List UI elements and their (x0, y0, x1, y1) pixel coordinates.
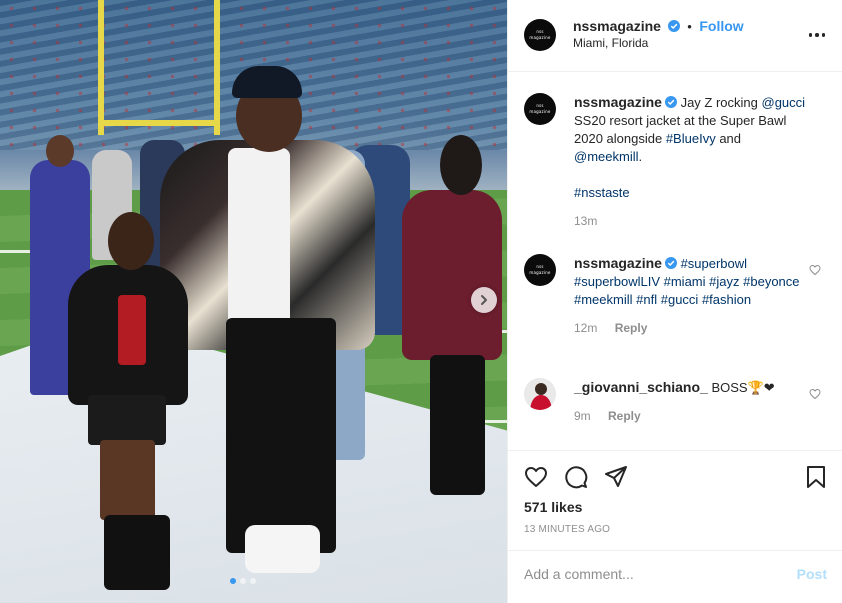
caption-meta: 13m (574, 212, 812, 230)
verified-badge-icon (664, 96, 677, 108)
more-options-button[interactable] (807, 27, 827, 43)
hashtag-link[interactable]: #superbowlLIV (574, 274, 660, 289)
hashtag-link[interactable]: #jayz (709, 274, 739, 289)
avatar[interactable]: nss magazine (524, 19, 556, 51)
verified-badge-icon (664, 257, 677, 269)
avatar-logo: nss magazine (529, 264, 551, 275)
comment-username[interactable]: nssmagazine (574, 255, 662, 271)
post-timestamp[interactable]: 13 MINUTES AGO (524, 524, 610, 535)
comment-time[interactable]: 9m (574, 409, 591, 423)
more-dot (808, 33, 813, 37)
comment-text: BOSS🏆❤ (711, 380, 775, 395)
commenter-avatar-image (524, 378, 556, 410)
carousel-indicator (230, 578, 256, 584)
more-dot (815, 33, 819, 37)
hashtag-link[interactable]: #gucci (661, 292, 699, 307)
goalpost-left-upright (98, 0, 104, 135)
hashtag-link[interactable]: #nfl (636, 292, 657, 307)
comment-username[interactable]: _giovanni_schiano_ (574, 379, 708, 395)
post-photo[interactable] (0, 0, 507, 603)
goalpost-right-upright (214, 0, 220, 135)
post-location[interactable]: Miami, Florida (573, 36, 813, 50)
mention-link[interactable]: @gucci (762, 95, 806, 110)
caption-username[interactable]: nssmagazine (574, 94, 662, 110)
hashtag-link[interactable]: #meekmill (574, 292, 633, 307)
likes-count[interactable]: 571 likes (524, 499, 582, 515)
girl-boots (104, 515, 170, 590)
person-left-head (46, 135, 74, 167)
commenter-avatar[interactable] (524, 378, 556, 410)
girl-head (108, 212, 154, 270)
comment-time[interactable]: 12m (574, 321, 597, 335)
man-white-sneakers (245, 525, 320, 573)
woman-maroon-jacket (402, 190, 502, 360)
more-dot (821, 33, 826, 37)
carousel-dot (240, 578, 246, 584)
post-side-panel: nss magazine nssmagazine • Follow Miami, … (507, 0, 842, 603)
like-comment-heart-icon[interactable] (809, 388, 821, 400)
hashtag-link[interactable]: #superbowl (681, 256, 748, 271)
header-username[interactable]: nssmagazine (573, 18, 661, 34)
carousel-dot-active (230, 578, 236, 584)
caption-text: and (719, 131, 742, 146)
man-black-cap (232, 66, 302, 98)
reply-button[interactable]: Reply (608, 409, 641, 423)
avatar-logo: nss magazine (529, 29, 551, 40)
header-text: nssmagazine • Follow Miami, Florida (573, 18, 813, 50)
girl-shorts (88, 395, 166, 445)
share-paper-plane-icon[interactable] (604, 465, 628, 489)
avatar[interactable]: nss magazine (524, 93, 556, 125)
hashtag-link[interactable]: #fashion (702, 292, 751, 307)
hashtag-link[interactable]: #miami (664, 274, 706, 289)
caption-text: Jay Z rocking (680, 95, 758, 110)
post-actions: 571 likes 13 MINUTES AGO (508, 450, 842, 550)
comment-body: _giovanni_schiano_ BOSS🏆❤ 9m Reply (574, 378, 812, 425)
comments-list[interactable]: nss magazine nssmagazine Jay Z rocking @g… (508, 72, 842, 450)
reply-button[interactable]: Reply (615, 321, 648, 335)
verified-badge-icon (667, 20, 680, 32)
girl-legs (100, 440, 155, 520)
next-photo-button[interactable] (471, 287, 497, 313)
comment-body: nssmagazine #superbowl #superbowlLIV #mi… (574, 254, 812, 337)
mention-link[interactable]: @meekmill (574, 149, 638, 164)
man-black-pants (226, 318, 336, 553)
woman-maroon-legs (430, 355, 485, 495)
comment-meta: 9m Reply (574, 407, 812, 425)
like-comment-heart-icon[interactable] (809, 264, 821, 276)
girl-red-top (118, 295, 146, 365)
comment-meta: 12m Reply (574, 319, 812, 337)
comment-bubble-icon[interactable] (564, 465, 588, 489)
follow-button[interactable]: Follow (699, 18, 743, 34)
goalpost-crossbar (98, 120, 220, 126)
avatar[interactable]: nss magazine (524, 254, 556, 286)
avatar-logo: nss magazine (529, 103, 551, 114)
follow-separator: • (687, 19, 692, 34)
comment-item: _giovanni_schiano_ BOSS🏆❤ 9m Reply (524, 378, 829, 438)
add-comment-bar: Post (508, 550, 842, 603)
comment-item: nss magazine nssmagazine #superbowl #supe… (524, 254, 829, 364)
post-header: nss magazine nssmagazine • Follow Miami, … (508, 0, 842, 72)
save-bookmark-icon[interactable] (804, 465, 828, 489)
hashtag-link[interactable]: #nsstaste (574, 185, 630, 200)
comment-input[interactable] (524, 565, 774, 583)
man-white-tshirt (228, 148, 290, 328)
hashtag-link[interactable]: #beyonce (743, 274, 799, 289)
caption: nss magazine nssmagazine Jay Z rocking @g… (524, 93, 829, 243)
hashtag-link[interactable]: #BlueIvy (666, 131, 716, 146)
like-heart-icon[interactable] (524, 465, 548, 489)
caption-body: nssmagazine Jay Z rocking @gucci SS20 re… (574, 93, 812, 230)
chevron-right-icon (481, 295, 487, 305)
caption-time[interactable]: 13m (574, 214, 597, 228)
woman-maroon-head (440, 135, 482, 195)
carousel-dot (250, 578, 256, 584)
caption-text: . (638, 149, 643, 164)
post-comment-button[interactable]: Post (797, 566, 827, 582)
